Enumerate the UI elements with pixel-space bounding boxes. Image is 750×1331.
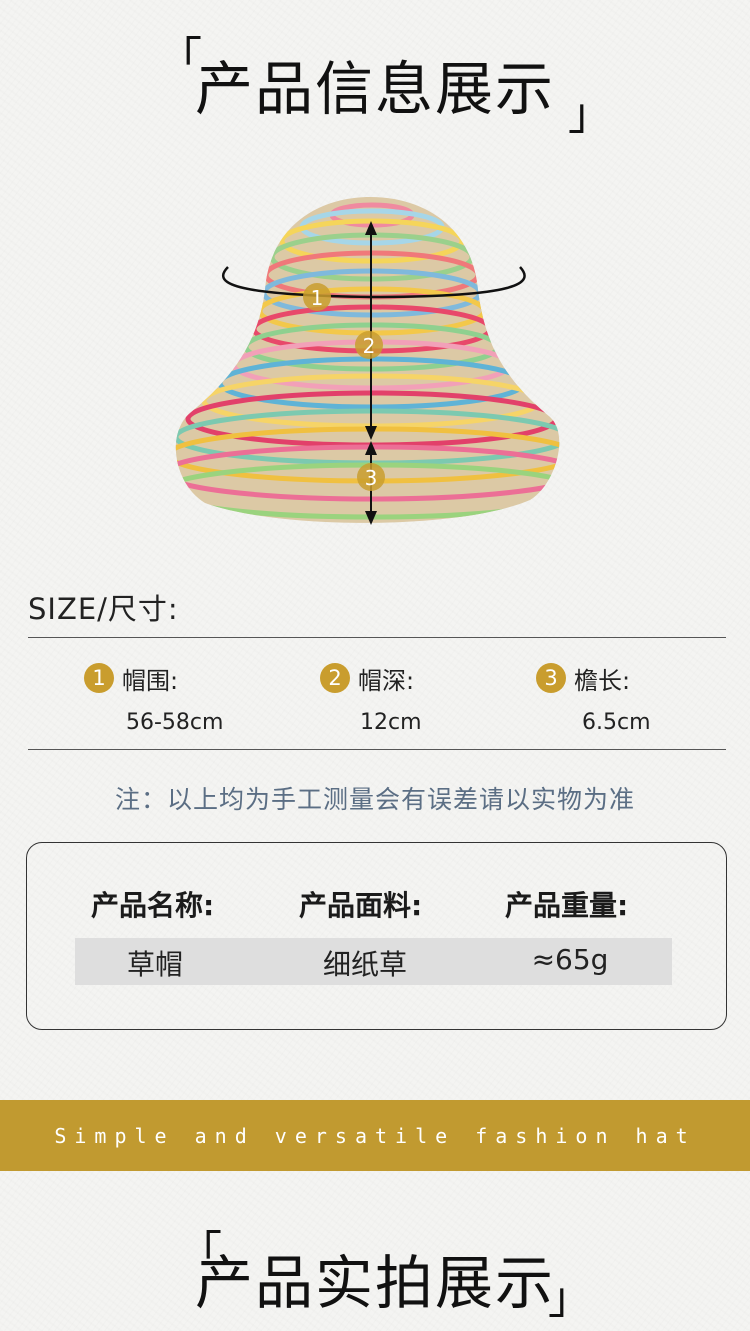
value-weight: ≈65g	[531, 943, 609, 976]
spec-name: 檐长:	[574, 666, 631, 695]
header-material: 产品面料:	[299, 889, 423, 922]
size-label: SIZE/尺寸:	[28, 592, 179, 626]
close-bracket: 」	[568, 89, 612, 140]
svg-text:3: 3	[365, 466, 378, 490]
header-product-name: 产品名称:	[91, 889, 215, 922]
close-bracket-2: 」	[548, 1273, 592, 1324]
header-weight: 产品重量:	[505, 889, 629, 922]
spec-value: 56-58cm	[126, 710, 224, 735]
spec-name: 帽围:	[122, 666, 179, 695]
section-title-info: 产品信息展示	[194, 55, 555, 123]
number-3-icon: 3	[536, 663, 566, 693]
spec-brim: 3 檐长: 6.5cm	[536, 660, 716, 735]
spec-name: 帽深:	[358, 666, 415, 695]
product-info-box	[26, 842, 727, 1030]
divider-bottom	[28, 749, 726, 750]
value-material: 细纸草	[322, 948, 407, 981]
hat-image: 1 2 3	[175, 197, 560, 525]
spec-value: 12cm	[360, 710, 422, 735]
divider-top	[28, 637, 726, 638]
spec-value: 6.5cm	[582, 710, 651, 735]
spec-depth: 2 帽深: 12cm	[320, 660, 500, 735]
number-2-icon: 2	[320, 663, 350, 693]
svg-text:2: 2	[363, 334, 376, 358]
measurement-note: 注：以上均为手工测量会有误差请以实物为准	[114, 785, 635, 814]
slogan-text: Simple and versatile fashion hat	[54, 1123, 696, 1148]
section-title-photos: 产品实拍展示	[194, 1249, 555, 1317]
number-1-icon: 1	[84, 663, 114, 693]
slogan-banner: Simple and versatile fashion hat	[0, 1100, 750, 1171]
value-product-name: 草帽	[126, 948, 183, 981]
svg-text:1: 1	[311, 286, 324, 310]
spec-circumference: 1 帽围: 56-58cm	[84, 660, 264, 735]
